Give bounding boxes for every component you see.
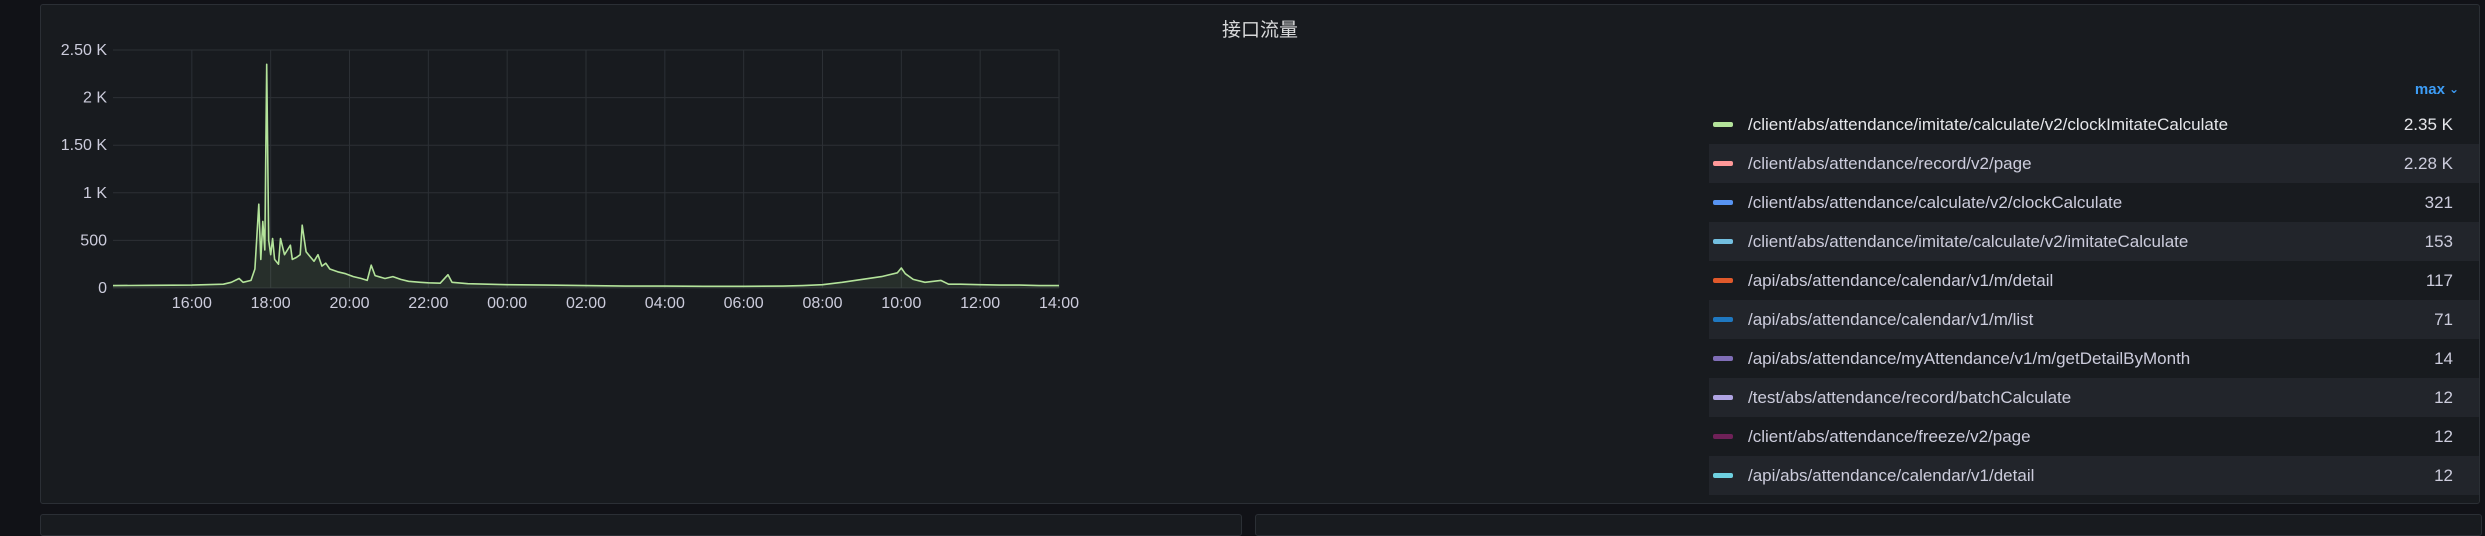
legend-item[interactable]: /api/abs/attendance/myAttendance/v1/m/ge…	[1709, 339, 2479, 378]
x-tick-label: 04:00	[645, 295, 685, 312]
legend-color-swatch[interactable]	[1713, 317, 1733, 322]
legend-color-swatch[interactable]	[1713, 239, 1733, 244]
y-tick-label: 2 K	[83, 90, 107, 107]
legend-max-value: 12	[2434, 387, 2453, 407]
legend-series-name[interactable]: /api/abs/attendance/calendar/v1/detail	[1748, 466, 2434, 486]
legend-max-value: 153	[2424, 231, 2453, 251]
chart-legend: max ⌄ /client/abs/attendance/imitate/calc…	[1709, 75, 2479, 495]
x-tick-label: 12:00	[960, 295, 1000, 312]
x-tick-label: 14:00	[1039, 295, 1079, 312]
legend-series-name[interactable]: /api/abs/attendance/calendar/v1/m/detail	[1748, 271, 2426, 291]
x-tick-label: 10:00	[881, 295, 921, 312]
legend-color-swatch[interactable]	[1713, 200, 1733, 205]
legend-max-value: 12	[2434, 426, 2453, 446]
legend-item[interactable]: /client/abs/attendance/record/v2/page 2.2…	[1709, 144, 2479, 183]
legend-item[interactable]: /client/abs/attendance/calculate/v2/cloc…	[1709, 183, 2479, 222]
legend-series-name[interactable]: /client/abs/attendance/calculate/v2/cloc…	[1748, 193, 2425, 213]
y-tick-label: 500	[80, 232, 107, 249]
legend-sort-header[interactable]: max ⌄	[1709, 75, 2479, 105]
x-tick-label: 00:00	[487, 295, 527, 312]
x-tick-label: 06:00	[724, 295, 764, 312]
x-tick-label: 22:00	[408, 295, 448, 312]
y-axis: 0 500 1 K 1.50 K 2 K 2.50 K	[61, 42, 108, 297]
legend-series-name[interactable]: /client/abs/attendance/imitate/calculate…	[1748, 232, 2425, 252]
x-tick-label: 08:00	[802, 295, 842, 312]
legend-series-name[interactable]: /api/abs/attendance/myAttendance/v1/m/ge…	[1748, 349, 2434, 369]
legend-max-value: 2.35 K	[2403, 114, 2453, 134]
legend-list: /client/abs/attendance/imitate/calculate…	[1709, 105, 2479, 495]
legend-series-name[interactable]: /test/abs/attendance/record/batchCalcula…	[1748, 388, 2434, 408]
x-tick-label: 02:00	[566, 295, 606, 312]
legend-max-value: 321	[2424, 192, 2453, 212]
legend-color-swatch[interactable]	[1713, 473, 1733, 478]
legend-max-value: 14	[2434, 348, 2453, 368]
legend-item[interactable]: /client/abs/attendance/imitate/calculate…	[1709, 105, 2479, 144]
legend-series-name[interactable]: /api/abs/attendance/calendar/v1/m/list	[1748, 310, 2434, 330]
legend-max-value: 2.28 K	[2403, 153, 2453, 173]
legend-series-name[interactable]: /client/abs/attendance/freeze/v2/page	[1748, 427, 2434, 447]
legend-item[interactable]: /client/abs/attendance/imitate/calculate…	[1709, 222, 2479, 261]
legend-color-swatch[interactable]	[1713, 161, 1733, 166]
panel-below-left	[40, 514, 1242, 536]
legend-color-swatch[interactable]	[1713, 122, 1733, 127]
legend-max-value: 71	[2434, 309, 2453, 329]
traffic-panel: 接口流量 0 500 1 K 1.50 K2 K 2.50 K 16:00 18:00 20…	[40, 4, 2480, 504]
legend-sort-label[interactable]: max	[2415, 81, 2445, 98]
x-tick-label: 20:00	[329, 295, 369, 312]
legend-item[interactable]: /test/abs/attendance/record/batchCalcula…	[1709, 378, 2479, 417]
legend-color-swatch[interactable]	[1713, 356, 1733, 361]
legend-series-name[interactable]: /client/abs/attendance/record/v2/page	[1748, 154, 2404, 174]
chevron-down-icon[interactable]: ⌄	[2449, 74, 2459, 104]
legend-item[interactable]: /api/abs/attendance/calendar/v1/detail 12	[1709, 456, 2479, 495]
y-tick-label: 1 K	[83, 185, 107, 202]
y-tick-label: 2.50 K	[61, 42, 108, 59]
traffic-chart: 0 500 1 K 1.50 K 2 K 2.50 K 16:00 18:00 20:00 22…	[61, 42, 1079, 312]
legend-color-swatch[interactable]	[1713, 434, 1733, 439]
legend-max-value: 117	[2425, 270, 2453, 290]
legend-color-swatch[interactable]	[1713, 278, 1733, 283]
legend-item[interactable]: /api/abs/attendance/calendar/v1/m/list 71	[1709, 300, 2479, 339]
legend-series-name[interactable]: /client/abs/attendance/imitate/calculate…	[1748, 115, 2404, 135]
chart-grid	[113, 49, 1060, 289]
y-tick-label: 1.50 K	[61, 137, 108, 154]
x-axis: 16:00 18:00 20:00 22:00 00:00 02:00 04:00 06:00…	[172, 295, 1079, 312]
legend-color-swatch[interactable]	[1713, 395, 1733, 400]
legend-max-value: 12	[2434, 465, 2453, 485]
panel-below-right	[1255, 514, 2482, 536]
x-tick-label: 18:00	[251, 295, 291, 312]
x-tick-label: 16:00	[172, 295, 212, 312]
legend-item[interactable]: /api/abs/attendance/calendar/v1/m/detail…	[1709, 261, 2479, 300]
legend-item[interactable]: /client/abs/attendance/freeze/v2/page 12	[1709, 417, 2479, 456]
y-tick-label: 0	[98, 280, 107, 297]
